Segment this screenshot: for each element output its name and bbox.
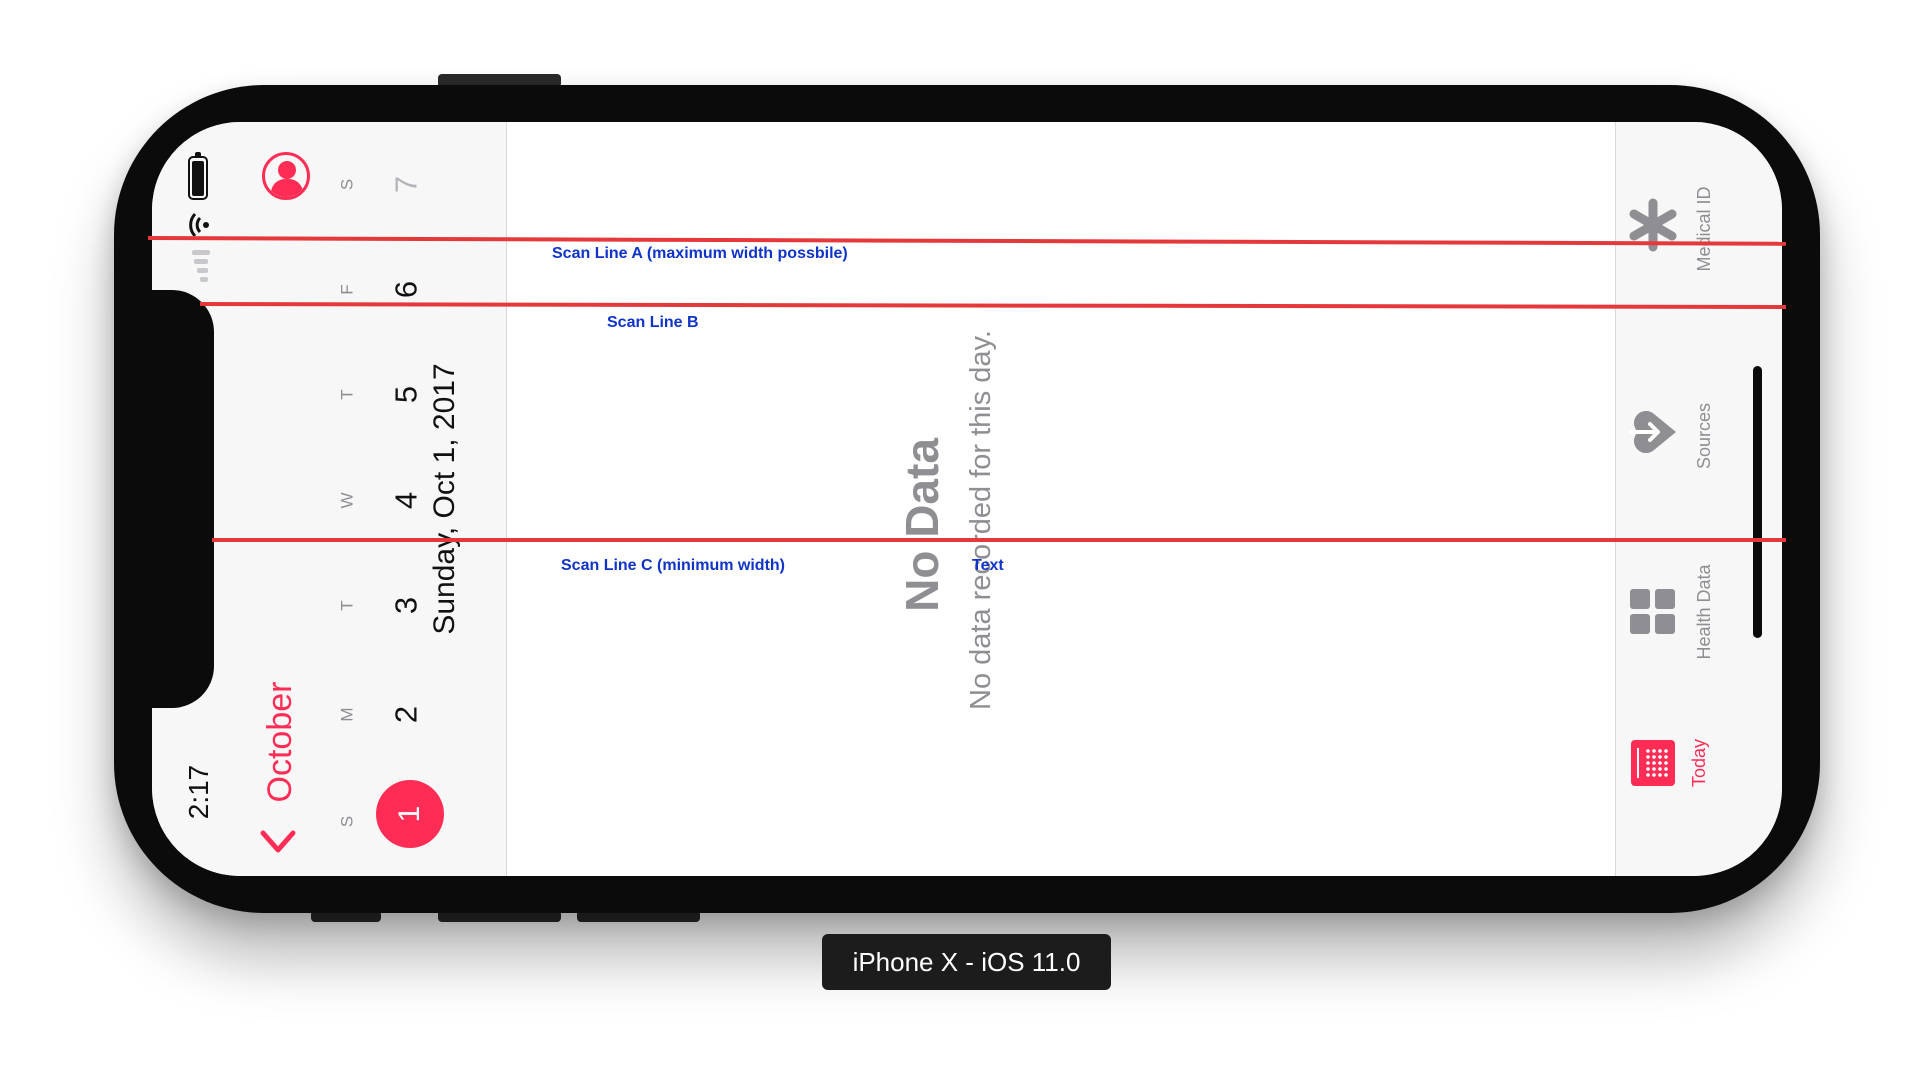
no-data-message: No data recorded for this day. <box>965 330 997 710</box>
day-cell-4[interactable]: 4 <box>389 479 424 523</box>
weekday-label: F <box>337 284 357 295</box>
wifi-icon <box>186 212 212 238</box>
weekday-label: T <box>337 389 357 400</box>
tab-label: Sources <box>1694 402 1714 470</box>
scan-line-b-label: Scan Line B <box>607 314 699 331</box>
tab-label: Medical ID <box>1694 186 1714 272</box>
selected-date-label: Sunday, Oct 1, 2017 <box>428 363 461 635</box>
calendar-icon <box>1631 740 1675 786</box>
scan-line-c-label: Scan Line C (minimum width) <box>561 557 786 574</box>
device-label: iPhone X - iOS 11.0 <box>822 934 1111 990</box>
scan-line-a-label: Scan Line A (maximum width possbile) <box>552 245 848 262</box>
day-cell-5[interactable]: 5 <box>389 373 424 417</box>
day-number: 1 <box>393 805 426 823</box>
screen: 2:17 October S F T W T M S 7 6 5 4 3 2 1 <box>152 122 1782 876</box>
weekday-label: S <box>337 178 357 191</box>
notch <box>152 290 214 708</box>
scan-line-c <box>212 538 1786 542</box>
day-cell-2[interactable]: 2 <box>389 693 424 737</box>
tab-label: Today <box>1689 738 1709 788</box>
text-label: Text <box>972 557 1004 574</box>
home-indicator <box>1753 366 1762 638</box>
tab-label: Health Data <box>1694 564 1714 660</box>
profile-avatar-icon[interactable] <box>262 152 310 200</box>
day-cell-3[interactable]: 3 <box>389 584 424 628</box>
day-cell-7[interactable]: 7 <box>389 163 424 207</box>
battery-icon <box>188 152 208 200</box>
weekday-label: S <box>337 815 357 828</box>
status-time: 2:17 <box>183 764 214 820</box>
signal-icon <box>192 250 210 288</box>
back-chevron-icon[interactable] <box>260 828 296 856</box>
weekday-label: W <box>337 492 357 509</box>
grid-icon <box>1630 589 1676 635</box>
day-cell-1-selected[interactable]: 1 <box>376 780 444 848</box>
weekday-label: T <box>337 600 357 611</box>
month-back-button[interactable]: October <box>261 677 299 807</box>
heart-arrow-icon <box>1628 406 1680 458</box>
tab-today[interactable]: Today <box>1616 732 1782 862</box>
weekday-label: M <box>337 707 357 722</box>
tab-medical-id[interactable]: Medical ID <box>1616 142 1782 292</box>
no-data-title: No Data <box>896 438 948 612</box>
